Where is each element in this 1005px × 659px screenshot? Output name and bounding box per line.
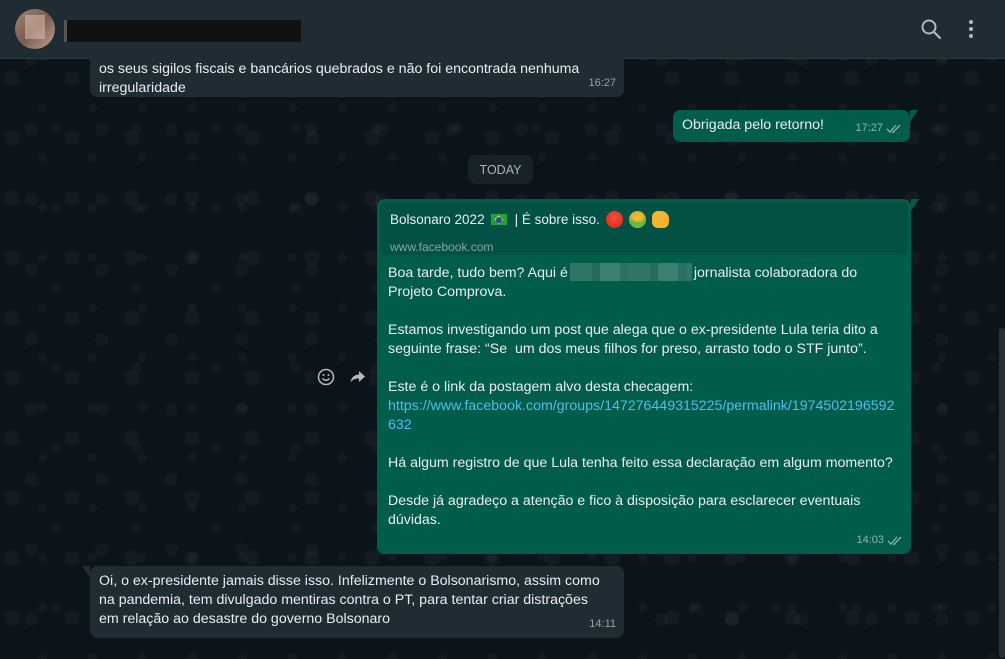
outgoing-message[interactable]: Obrigada pelo retorno! 17:27: [673, 110, 918, 142]
message-meta: 14:11: [589, 615, 616, 634]
facebook-post-link[interactable]: https://www.facebook.com/groups/14727644…: [388, 398, 894, 433]
kebab-menu-icon[interactable]: [959, 17, 983, 41]
double-check-icon: [887, 536, 902, 546]
message-paragraph: Boa tarde, tudo bem? Aqui é jornalista co…: [388, 263, 900, 283]
preview-title-suffix: | É sobre isso.: [514, 212, 600, 227]
message-body: Boa tarde, tudo bem? Aqui é jornalista co…: [380, 255, 908, 530]
message-hover-actions: [313, 364, 370, 389]
message-paragraph: Projeto Comprova.: [388, 284, 507, 300]
scrollbar[interactable]: [999, 328, 1005, 658]
link-preview[interactable]: Bolsonaro 2022 | É sobre isso. www.faceb…: [380, 202, 908, 255]
contact-name-redacted[interactable]: [64, 20, 301, 42]
message-text: Oi, o ex-presidente jamais disse isso. I…: [99, 573, 600, 627]
redacted-name: [569, 263, 692, 281]
message-text: os seus sigilos fiscais e bancários queb…: [99, 61, 580, 96]
bubble-tail: [911, 199, 919, 211]
emoji-react-button[interactable]: [313, 364, 338, 389]
link-preview-url: www.facebook.com: [390, 240, 494, 254]
double-check-icon: [886, 124, 901, 134]
message-text: jornalista colaboradora do: [693, 265, 858, 281]
message-time: 17:27: [855, 122, 883, 134]
date-badge: TODAY: [468, 155, 533, 184]
incoming-message[interactable]: Oi, o ex-presidente jamais disse isso. I…: [82, 566, 624, 638]
bubble-tail: [82, 566, 90, 578]
bubble-tail: [910, 110, 918, 122]
message-time: 16:27: [588, 77, 616, 89]
message-meta: 17:27: [855, 119, 902, 138]
message-paragraph: Estamos investigando um post que alega q…: [388, 322, 882, 357]
fist-icon: [651, 211, 669, 228]
incoming-message[interactable]: os seus sigilos fiscais e bancários queb…: [90, 48, 624, 97]
preview-title-text: Bolsonaro 2022: [390, 212, 485, 227]
emoji-icon: [317, 368, 334, 385]
link-preview-title: Bolsonaro 2022 | É sobre isso.: [390, 210, 898, 229]
forward-icon: [350, 370, 365, 383]
message-meta: 14:03: [856, 531, 903, 550]
angry-face-icon: [605, 211, 623, 228]
chat-window: os seus sigilos fiscais e bancários queb…: [0, 0, 1005, 659]
message-paragraph: Há algum registro de que Lula tenha feit…: [388, 455, 893, 471]
brazil-flag-icon: [490, 214, 507, 225]
message-meta: 16:27: [588, 74, 616, 93]
message-paragraph: Este é o link da postagem alvo desta che…: [388, 379, 694, 395]
search-icon[interactable]: [919, 17, 943, 41]
vomiting-face-icon: [628, 211, 646, 228]
message-time: 14:11: [589, 618, 616, 630]
forward-button[interactable]: [345, 364, 370, 389]
message-text: Boa tarde, tudo bem? Aqui é: [388, 265, 568, 281]
message-paragraph: Desde já agradeço a atenção e fico à dis…: [388, 493, 865, 528]
message-time: 14:03: [856, 534, 884, 546]
contact-avatar[interactable]: [15, 9, 55, 49]
outgoing-message-with-preview[interactable]: Bolsonaro 2022 | É sobre isso. www.faceb…: [377, 199, 919, 554]
